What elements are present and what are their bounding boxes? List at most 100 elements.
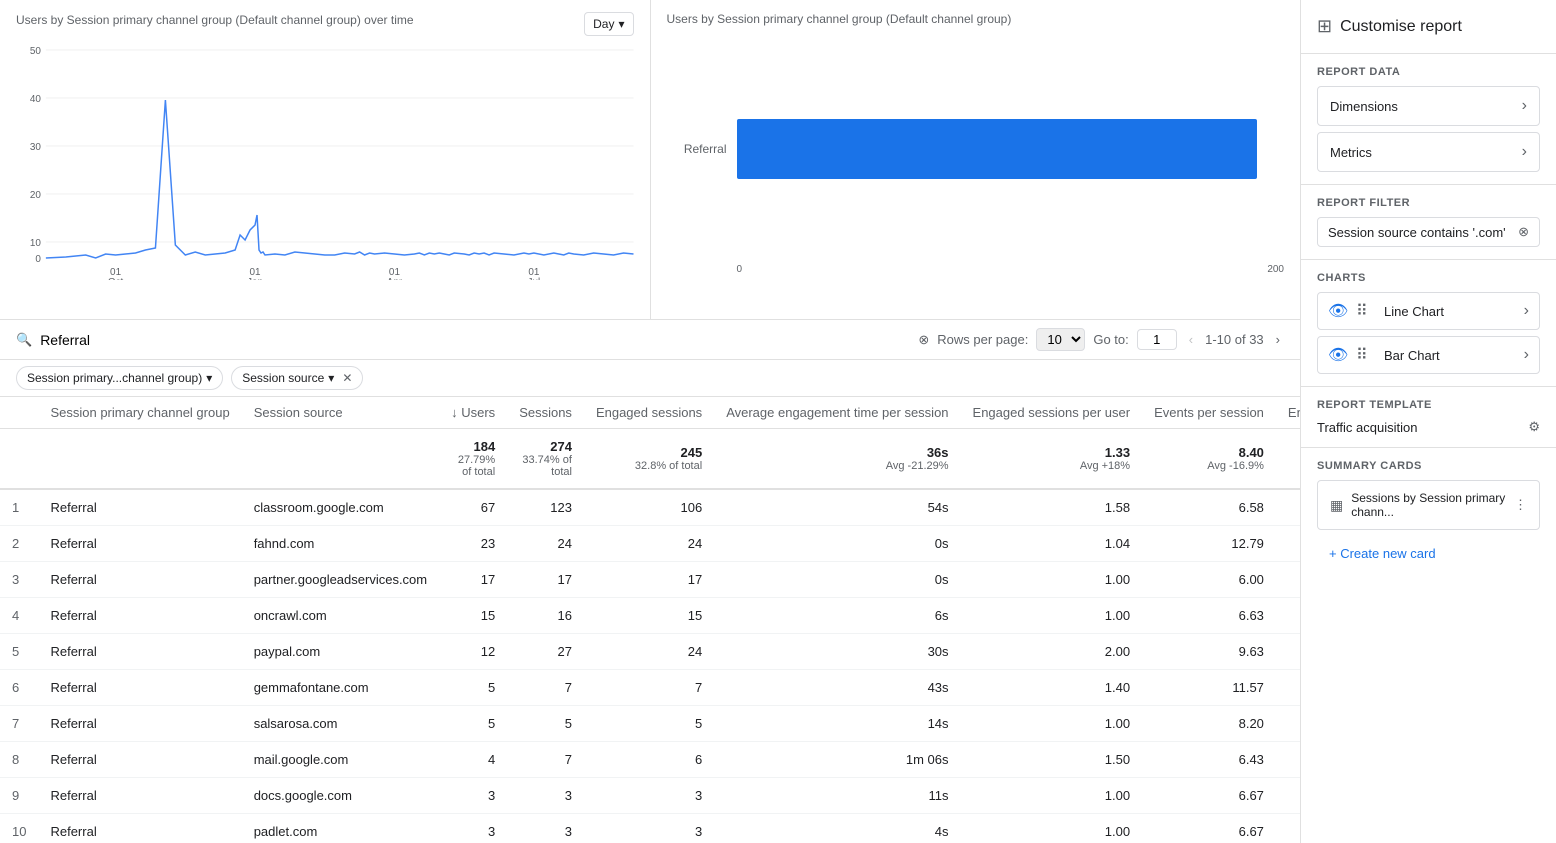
day-select[interactable]: Day ▾ — [584, 12, 633, 36]
summary-card-text: Sessions by Session primary chann... — [1351, 491, 1506, 519]
summary-cards-section: SUMMARY CARDS ▦ Sessions by Session prim… — [1301, 448, 1556, 581]
table-row: 9 Referral docs.google.com 3 3 3 11s 1.0… — [0, 778, 1300, 814]
col-avg-engagement[interactable]: Average engagement time per session — [714, 397, 960, 429]
grid-icon-bar: ⠿ — [1356, 345, 1376, 365]
col-channel[interactable]: Session primary channel group — [38, 397, 241, 429]
report-filter-section: REPORT FILTER Session source contains '.… — [1301, 185, 1556, 260]
col-events-per-session[interactable]: Events per session — [1142, 397, 1276, 429]
search-input[interactable] — [40, 332, 910, 348]
svg-text:Jan: Jan — [247, 277, 263, 280]
filter-chip-source-close[interactable]: ✕ — [342, 371, 352, 385]
search-bar: 🔍 ⊗ Rows per page: 10 25 50 Go to: ‹ 1-1… — [0, 320, 1300, 360]
line-chart-canvas: 50 40 30 20 10 0 01 Oct 01 Jan 01 — [16, 40, 634, 280]
svg-text:50: 50 — [30, 46, 42, 57]
col-users[interactable]: ↓ Users — [439, 397, 507, 429]
charts-panel: CHARTS 👁 ⠿ Line Chart › 👁 ⠿ Bar Chart › — [1301, 260, 1556, 387]
go-to-input[interactable] — [1137, 329, 1177, 350]
bar-chart-option-label: Bar Chart — [1384, 348, 1516, 363]
filter-row: Session primary...channel group) ▾ Sessi… — [0, 360, 1300, 397]
report-data-section: REPORT DATA Dimensions › Metrics › — [1301, 54, 1556, 185]
total-avg-engagement: 36s Avg -21.29% — [714, 429, 960, 490]
line-chart-option-label: Line Chart — [1384, 304, 1516, 319]
charts-label: CHARTS — [1317, 272, 1540, 284]
dimensions-row[interactable]: Dimensions › — [1317, 86, 1540, 126]
table-row: 1 Referral classroom.google.com 67 123 1… — [0, 489, 1300, 526]
metrics-label: Metrics — [1330, 145, 1372, 160]
table-row: 10 Referral padlet.com 3 3 3 4s 1.00 6.6… — [0, 814, 1300, 843]
create-new-card-button[interactable]: + Create new card — [1317, 538, 1540, 569]
next-page-button[interactable]: › — [1272, 330, 1284, 349]
metrics-chevron: › — [1522, 143, 1527, 161]
filter-clear-icon[interactable]: ⊗ — [1518, 224, 1529, 240]
table-row: 2 Referral fahnd.com 23 24 24 0s 1.04 12… — [0, 526, 1300, 562]
search-icon: 🔍 — [16, 332, 32, 348]
page-info: 1-10 of 33 — [1205, 332, 1264, 347]
line-chart-title: Users by Session primary channel group (… — [16, 13, 414, 27]
table-row: 4 Referral oncrawl.com 15 16 15 6s 1.00 … — [0, 598, 1300, 634]
filter-chip-source-label: Session source — [242, 371, 324, 385]
right-panel: ⊞ Customise report REPORT DATA Dimension… — [1300, 0, 1556, 843]
filter-chip-channel[interactable]: Session primary...channel group) ▾ — [16, 366, 223, 390]
eye-icon-bar: 👁 — [1328, 345, 1348, 365]
filter-chip-source[interactable]: Session source ▾ ✕ — [231, 366, 363, 390]
data-table: Session primary channel group Session so… — [0, 397, 1300, 843]
line-chart-option[interactable]: 👁 ⠿ Line Chart › — [1317, 292, 1540, 330]
template-section: REPORT TEMPLATE Traffic acquisition ⚙ — [1301, 387, 1556, 448]
svg-text:10: 10 — [30, 238, 42, 249]
total-sessions: 274 33.74% of total — [507, 429, 584, 490]
table-row: 8 Referral mail.google.com 4 7 6 1m 06s … — [0, 742, 1300, 778]
eye-icon-line: 👁 — [1328, 301, 1348, 321]
rows-per-page-label: Rows per page: — [937, 332, 1028, 347]
prev-page-button[interactable]: ‹ — [1185, 330, 1197, 349]
col-engaged-per-user[interactable]: Engaged sessions per user — [961, 397, 1143, 429]
bar-chart-option[interactable]: 👁 ⠿ Bar Chart › — [1317, 336, 1540, 374]
total-events-per-session: 8.40 Avg -16.9% — [1142, 429, 1276, 490]
col-num — [0, 397, 38, 429]
report-data-label: REPORT DATA — [1317, 66, 1540, 78]
summary-card-menu-icon[interactable]: ⋮ — [1514, 497, 1527, 513]
dimensions-label: Dimensions — [1330, 99, 1398, 114]
summary-cards-label: SUMMARY CARDS — [1317, 460, 1540, 472]
svg-text:Apr: Apr — [387, 277, 403, 280]
col-engaged-sessions[interactable]: Engaged sessions — [584, 397, 714, 429]
panel-title: Customise report — [1340, 18, 1462, 36]
bar-label: Referral — [667, 142, 727, 156]
svg-text:Oct: Oct — [108, 277, 124, 280]
filter-chip-channel-label: Session primary...channel group) — [27, 371, 202, 385]
svg-text:20: 20 — [30, 190, 42, 201]
col-sessions[interactable]: Sessions — [507, 397, 584, 429]
totals-row: 184 27.79% of total 274 33.74% of total … — [0, 429, 1300, 490]
grid-icon-line: ⠿ — [1356, 301, 1376, 321]
bar-chart-canvas: Referral 0 200 — [667, 34, 1285, 264]
create-card-label: + Create new card — [1329, 546, 1436, 561]
svg-text:40: 40 — [30, 94, 42, 105]
template-edit-icon[interactable]: ⚙ — [1528, 419, 1540, 435]
bar-chart-title: Users by Session primary channel group (… — [667, 12, 1285, 26]
panel-header: ⊞ Customise report — [1301, 0, 1556, 54]
filter-input-wrap[interactable]: Session source contains '.com' ⊗ — [1317, 217, 1540, 247]
summary-card-item: ▦ Sessions by Session primary chann... ⋮ — [1317, 480, 1540, 530]
go-to-label: Go to: — [1093, 332, 1128, 347]
report-filter-label: REPORT FILTER — [1317, 197, 1540, 209]
total-users: 184 27.79% of total — [439, 429, 507, 490]
total-engaged-per-user: 1.33 Avg +18% — [961, 429, 1143, 490]
clear-search-icon[interactable]: ⊗ — [918, 332, 929, 348]
bar-chart-chevron: › — [1524, 346, 1529, 364]
metrics-row[interactable]: Metrics › — [1317, 132, 1540, 172]
rows-per-page-select[interactable]: 10 25 50 — [1036, 328, 1085, 351]
col-engagement-rate[interactable]: Engagement rate — [1276, 397, 1300, 429]
bar-axis-start: 0 — [737, 264, 743, 275]
line-chart-chevron: › — [1524, 302, 1529, 320]
col-source[interactable]: Session source — [242, 397, 439, 429]
summary-card-icon: ▦ — [1330, 497, 1343, 514]
svg-text:0: 0 — [35, 254, 41, 265]
bar-axis-end: 200 — [1267, 264, 1284, 275]
svg-text:30: 30 — [30, 142, 42, 153]
table-row: 3 Referral partner.googleadservices.com … — [0, 562, 1300, 598]
table-row: 5 Referral paypal.com 12 27 24 30s 2.00 … — [0, 634, 1300, 670]
customise-icon: ⊞ — [1317, 16, 1332, 37]
total-engagement-rate: 89.42% Avg -2.8% — [1276, 429, 1300, 490]
template-section-label: REPORT TEMPLATE — [1317, 399, 1540, 411]
table-row: 6 Referral gemmafontane.com 5 7 7 43s 1.… — [0, 670, 1300, 706]
dimensions-chevron: › — [1522, 97, 1527, 115]
